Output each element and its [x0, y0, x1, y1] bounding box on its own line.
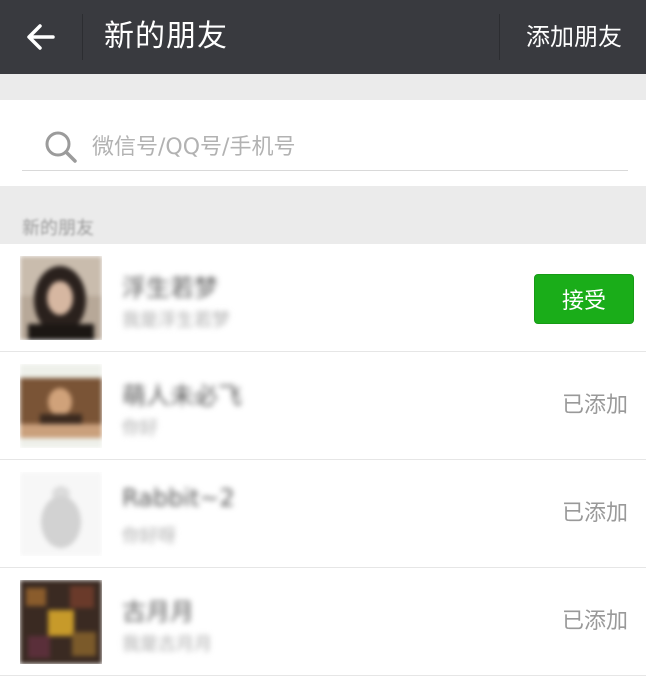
avatar: [20, 580, 102, 664]
friend-message: 你好: [122, 418, 158, 439]
friend-message: 你好呀: [122, 526, 176, 547]
list-item[interactable]: 浮生若梦 我是浮生若梦 接受: [0, 244, 646, 352]
header-divider: [499, 14, 500, 60]
avatar: [20, 256, 102, 340]
friend-message: 我是古月月: [122, 634, 212, 655]
section-header: 新的朋友: [0, 186, 646, 244]
friend-name: 浮生若梦: [122, 274, 218, 302]
added-status: 已添加: [561, 393, 628, 418]
accept-button[interactable]: 接受: [534, 274, 634, 324]
friend-list: 浮生若梦 我是浮生若梦 接受 萌人未必飞 你好 已添加 Rabbit~2 你好呀…: [0, 244, 646, 676]
added-status: 已添加: [561, 609, 628, 634]
list-item[interactable]: 萌人未必飞 你好 已添加: [0, 352, 646, 460]
search-box[interactable]: [22, 124, 628, 171]
friend-message: 我是浮生若梦: [122, 310, 230, 331]
header-divider: [82, 14, 83, 60]
spacer: [0, 74, 646, 100]
search-area: [0, 100, 646, 186]
list-item[interactable]: Rabbit~2 你好呀 已添加: [0, 460, 646, 568]
section-label: 新的朋友: [22, 218, 94, 239]
arrow-left-icon: [27, 24, 55, 50]
back-button[interactable]: [0, 0, 82, 74]
page-title: 新的朋友: [104, 19, 228, 54]
friend-name: Rabbit~2: [122, 484, 235, 512]
list-item[interactable]: 古月月 我是古月月 已添加: [0, 568, 646, 676]
search-input[interactable]: [90, 133, 594, 161]
avatar: [20, 364, 102, 448]
add-friend-button[interactable]: 添加朋友: [526, 0, 622, 74]
friend-name: 萌人未必飞: [122, 382, 242, 410]
search-icon: [45, 131, 77, 163]
added-status: 已添加: [561, 501, 628, 526]
avatar: [20, 472, 102, 556]
new-friends-screen: 新的朋友 添加朋友 新的朋友: [0, 0, 646, 684]
top-bar: 新的朋友 添加朋友: [0, 0, 646, 74]
friend-name: 古月月: [122, 598, 194, 626]
